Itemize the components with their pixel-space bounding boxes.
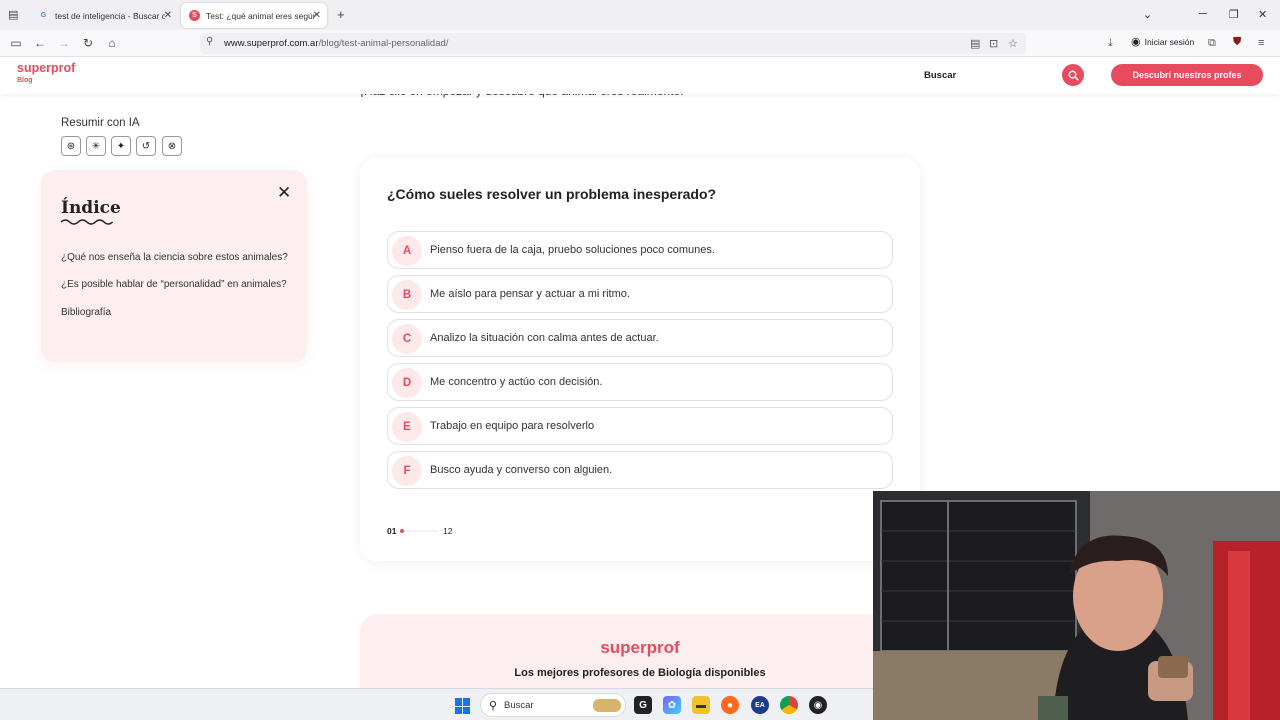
progress-bar — [400, 529, 438, 533]
toc-link[interactable]: ¿Qué nos enseña la ciencia sobre estos a… — [61, 252, 288, 263]
firefox-icon[interactable]: ● — [721, 696, 739, 714]
quiz-question: ¿Cómo sueles resolver un problema inespe… — [387, 186, 717, 202]
google-icon: G — [40, 12, 47, 19]
signin-button[interactable]: ◉ Iniciar sesión — [1131, 35, 1194, 48]
search-icon: ⚲ — [489, 700, 498, 712]
table-of-contents: Índice ✕ ¿Qué nos enseña la ciencia sobr… — [41, 170, 307, 362]
account-icon: ◉ — [1131, 36, 1141, 48]
close-tab-icon[interactable]: ✕ — [164, 10, 172, 21]
gemini-icon[interactable]: ✦ — [111, 136, 131, 156]
quiz-card: ¿Cómo sueles resolver un problema inespe… — [360, 158, 920, 561]
search-label[interactable]: Buscar — [924, 70, 956, 81]
option-letter: F — [392, 456, 422, 486]
tab-search[interactable]: G test de inteligencia - Buscar con ✕ — [30, 3, 178, 28]
address-bar[interactable]: ⚲ www.superprof.com.ar/blog/test-animal-… — [200, 33, 1026, 54]
signin-label: Iniciar sesión — [1144, 36, 1195, 47]
option-letter: A — [392, 236, 422, 266]
download-icon[interactable]: ⤓ — [1108, 37, 1113, 50]
pocket-icon[interactable]: ⊡ — [989, 37, 998, 50]
taskbar-search[interactable]: ⚲ Buscar — [480, 693, 626, 717]
answer-option-f[interactable]: F Busco ayuda y converso con alguien. — [387, 451, 893, 489]
url-path: /blog/test-animal-personalidad/ — [318, 38, 449, 49]
taskbar-search-label: Buscar — [504, 700, 534, 711]
forward-icon[interactable]: → — [56, 36, 72, 50]
discover-teachers-button[interactable]: Descubrí nuestros profes — [1111, 64, 1263, 86]
answer-option-b[interactable]: B Me aíslo para pensar y actuar a mi rit… — [387, 275, 893, 313]
sidebar-toggle-icon[interactable]: ▭ — [8, 36, 24, 50]
option-letter: B — [392, 280, 422, 310]
copilot-icon[interactable]: G — [634, 696, 652, 714]
reload-icon[interactable]: ↻ — [80, 36, 96, 50]
obs-icon[interactable]: ◉ — [809, 696, 827, 714]
site-header: superprof Blog Buscar Descubrí nuestros … — [0, 57, 1280, 94]
search-button[interactable] — [1062, 64, 1084, 86]
toc-underline-wave — [61, 219, 113, 225]
bookmark-star-icon[interactable]: ☆ — [1008, 37, 1018, 50]
tab-title: test de inteligencia - Buscar con — [55, 10, 165, 21]
close-tab-icon[interactable]: ✕ — [313, 10, 321, 21]
tab-superprof[interactable]: S Test: ¿qué animal eres según tu ✕ — [181, 3, 327, 28]
browser-tab-bar: ▤ G test de inteligencia - Buscar con ✕ … — [0, 0, 1280, 30]
chrome-icon[interactable] — [780, 696, 798, 714]
file-explorer-icon[interactable]: ▬ — [692, 696, 710, 714]
back-icon[interactable]: ← — [32, 36, 48, 50]
promo-section: superprof Los mejores profesores de Biol… — [360, 614, 920, 694]
webcam-image — [873, 491, 1280, 720]
superprof-favicon-icon: S — [189, 10, 200, 21]
toc-title: Índice — [61, 198, 121, 218]
url-domain: www.superprof.com.ar — [224, 38, 319, 49]
toc-link[interactable]: ¿Es posible hablar de “personalidad” en … — [61, 279, 287, 290]
browser-nav-bar: ▭ ← → ↻ ⌂ ⚲ www.superprof.com.ar/blog/te… — [0, 30, 1280, 57]
close-window-icon[interactable]: ✕ — [1258, 8, 1267, 21]
blog-label: Blog — [17, 77, 33, 84]
home-icon[interactable]: ⌂ — [104, 36, 120, 50]
claude-icon[interactable]: ✳ — [86, 136, 106, 156]
option-text: Pienso fuera de la caja, pruebo solucion… — [430, 244, 715, 256]
answer-option-a[interactable]: A Pienso fuera de la caja, pruebo soluci… — [387, 231, 893, 269]
restore-icon[interactable]: ❐ — [1229, 8, 1239, 21]
option-text: Busco ayuda y converso con alguien. — [430, 464, 613, 476]
copilot-app-icon[interactable]: ✿ — [663, 696, 681, 714]
answer-option-e[interactable]: E Trabajo en equipo para resolverlo — [387, 407, 893, 445]
progress-total: 12 — [443, 526, 453, 536]
option-text: Me concentro y actúo con decisión. — [430, 376, 603, 388]
option-text: Trabajo en equipo para resolverlo — [430, 420, 595, 432]
grok-icon[interactable]: ⊗ — [162, 136, 182, 156]
progress-current: 01 — [387, 526, 397, 536]
superprof-logo[interactable]: superprof — [17, 61, 75, 75]
windows-start-icon[interactable] — [455, 698, 471, 714]
new-tab-icon[interactable]: + — [337, 7, 345, 22]
chevron-down-icon[interactable]: ⌄ — [1143, 8, 1152, 21]
progress-fill — [400, 529, 404, 533]
ea-app-icon[interactable]: EA — [751, 696, 769, 714]
url-text: www.superprof.com.ar/blog/test-animal-pe… — [224, 38, 448, 49]
promo-logo: superprof — [600, 638, 680, 657]
minimize-icon[interactable]: ─ — [1199, 8, 1207, 20]
perplexity-icon[interactable]: ↺ — [136, 136, 156, 156]
option-text: Analizo la situación con calma antes de … — [430, 332, 659, 344]
taskbar: ⚲ Buscar G ✿ ▬ ● EA ◉ — [0, 688, 873, 720]
search-highlight-icon — [593, 699, 621, 712]
answer-option-d[interactable]: D Me concentro y actúo con decisión. — [387, 363, 893, 401]
toc-link[interactable]: Bibliografía — [61, 307, 111, 318]
ublock-shield-icon[interactable]: ⛊ — [1233, 36, 1241, 49]
site-info-icon[interactable]: ⚲ — [206, 36, 213, 47]
search-icon — [1068, 70, 1079, 81]
extensions-icon[interactable]: ⧉ — [1208, 37, 1216, 50]
tab-list-icon[interactable]: ▤ — [8, 8, 18, 21]
tab-title: Test: ¿qué animal eres según tu — [206, 10, 316, 21]
menu-hamburger-icon[interactable]: ≡ — [1258, 37, 1264, 49]
answer-option-c[interactable]: C Analizo la situación con calma antes d… — [387, 319, 893, 357]
chatgpt-icon[interactable]: ⊛ — [61, 136, 81, 156]
option-text: Me aíslo para pensar y actuar a mi ritmo… — [430, 288, 630, 300]
promo-title: Los mejores profesores de Biología dispo… — [514, 667, 766, 679]
reader-view-icon[interactable]: ▤ — [970, 37, 980, 50]
close-icon[interactable]: ✕ — [277, 183, 291, 203]
webcam-overlay — [873, 491, 1280, 720]
option-letter: D — [392, 368, 422, 398]
summarize-ai-label: Resumir con IA — [61, 117, 140, 129]
option-letter: C — [392, 324, 422, 354]
option-letter: E — [392, 412, 422, 442]
